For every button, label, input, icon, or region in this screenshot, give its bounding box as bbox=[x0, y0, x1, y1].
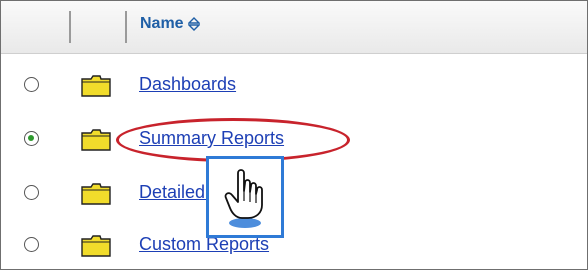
list-item: Detailed Reports bbox=[1, 167, 587, 219]
name-column-label: Name bbox=[140, 15, 184, 32]
row-radio-selected[interactable] bbox=[24, 131, 39, 146]
folder-link-dashboards[interactable]: Dashboards bbox=[139, 74, 236, 95]
folder-icon bbox=[81, 235, 111, 257]
name-column-header[interactable]: Name bbox=[140, 15, 200, 33]
folder-icon bbox=[81, 75, 111, 97]
table-header: Name bbox=[1, 1, 587, 54]
folder-icon bbox=[81, 129, 111, 151]
folder-icon bbox=[81, 183, 111, 205]
hand-pointer-icon bbox=[224, 169, 263, 228]
reports-list-panel: Name Dashboards Summary Reports Detailed… bbox=[0, 0, 588, 270]
row-radio[interactable] bbox=[24, 77, 39, 92]
column-divider bbox=[69, 11, 71, 43]
cursor-callout-box bbox=[206, 156, 284, 238]
list-item: Dashboards bbox=[1, 59, 587, 111]
sort-icon bbox=[187, 17, 200, 31]
row-radio[interactable] bbox=[24, 237, 39, 252]
list-item: Custom Reports bbox=[1, 219, 587, 269]
column-divider bbox=[125, 11, 127, 43]
row-radio[interactable] bbox=[24, 185, 39, 200]
